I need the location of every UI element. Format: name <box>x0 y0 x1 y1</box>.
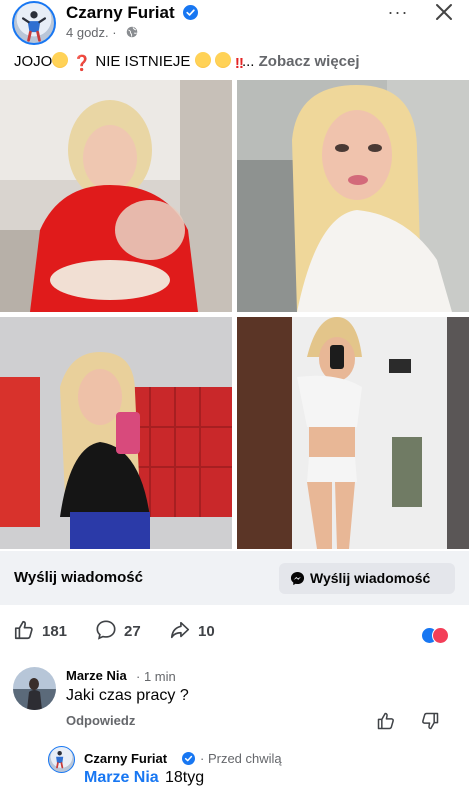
send-message-button[interactable]: Wyślij wiadomość <box>279 563 455 594</box>
reply-author[interactable]: Czarny Furiat <box>84 751 167 766</box>
thumbs-up-icon <box>14 620 33 640</box>
post-photo-3[interactable] <box>0 317 232 549</box>
post-photo-2[interactable] <box>237 80 469 312</box>
globe-icon <box>126 26 138 38</box>
reply-button[interactable]: Odpowiedz <box>66 713 135 728</box>
thumbs-up-icon[interactable] <box>376 711 396 731</box>
more-options-button[interactable]: ··· <box>386 2 410 22</box>
post-text-middle: NIE ISTNIEJE <box>91 53 195 70</box>
reply-author-avatar[interactable] <box>48 746 75 773</box>
page-name[interactable]: Czarny Furiat <box>66 3 175 23</box>
love-reaction-icon <box>432 627 449 644</box>
comment-timestamp: · 1 min <box>136 669 176 684</box>
send-message-bar: Wyślij wiadomość Wyślij wiadomość <box>0 551 469 605</box>
reaction-badges[interactable] <box>421 627 457 645</box>
page-avatar[interactable] <box>12 1 56 45</box>
messenger-icon <box>290 571 305 586</box>
reactions-row: 181 27 10 <box>0 615 469 647</box>
reply-text: 18tyg <box>165 769 205 786</box>
post-header: Czarny Furiat 4 godz. · ··· <box>0 0 469 48</box>
thumbs-down-icon[interactable] <box>420 711 440 731</box>
post-photo-4[interactable] <box>237 317 469 549</box>
smile-emoji-icon <box>52 52 69 68</box>
post-text-ellipsis: ... <box>241 53 259 70</box>
post-text: JOJO ❓ NIE ISTNIEJE ‼... Zobacz więcej <box>14 52 360 72</box>
post-text-prefix: JOJO <box>14 53 53 70</box>
see-more-link[interactable]: Zobacz więcej <box>259 53 360 70</box>
verified-badge-icon <box>183 5 198 20</box>
grin-emoji-icon <box>194 52 211 68</box>
send-message-label: Wyślij wiadomość <box>14 569 143 586</box>
commenter-avatar[interactable] <box>13 667 56 710</box>
share-count: 10 <box>198 623 215 640</box>
close-icon[interactable] <box>432 0 456 24</box>
comment-author[interactable]: Marze Nia <box>66 668 127 683</box>
comment-text: Jaki czas pracy ? <box>66 687 189 704</box>
verified-badge-icon <box>182 752 195 765</box>
reply-timestamp: · Przed chwilą <box>200 751 282 766</box>
question-emoji-icon: ❓ <box>72 55 92 72</box>
comment-bubble-icon <box>96 620 116 640</box>
comment-count: 27 <box>124 623 141 640</box>
double-exclamation-emoji-icon: ‼ <box>234 55 244 72</box>
post-photo-1[interactable] <box>0 80 232 312</box>
share-arrow-icon <box>170 621 190 639</box>
send-message-button-label: Wyślij wiadomość <box>310 570 431 586</box>
post-timestamp: 4 godz. · <box>66 25 117 40</box>
reply-mention-link[interactable]: Marze Nia <box>84 769 159 787</box>
like-count: 181 <box>42 623 68 640</box>
star-eyes-emoji-icon <box>214 52 231 68</box>
